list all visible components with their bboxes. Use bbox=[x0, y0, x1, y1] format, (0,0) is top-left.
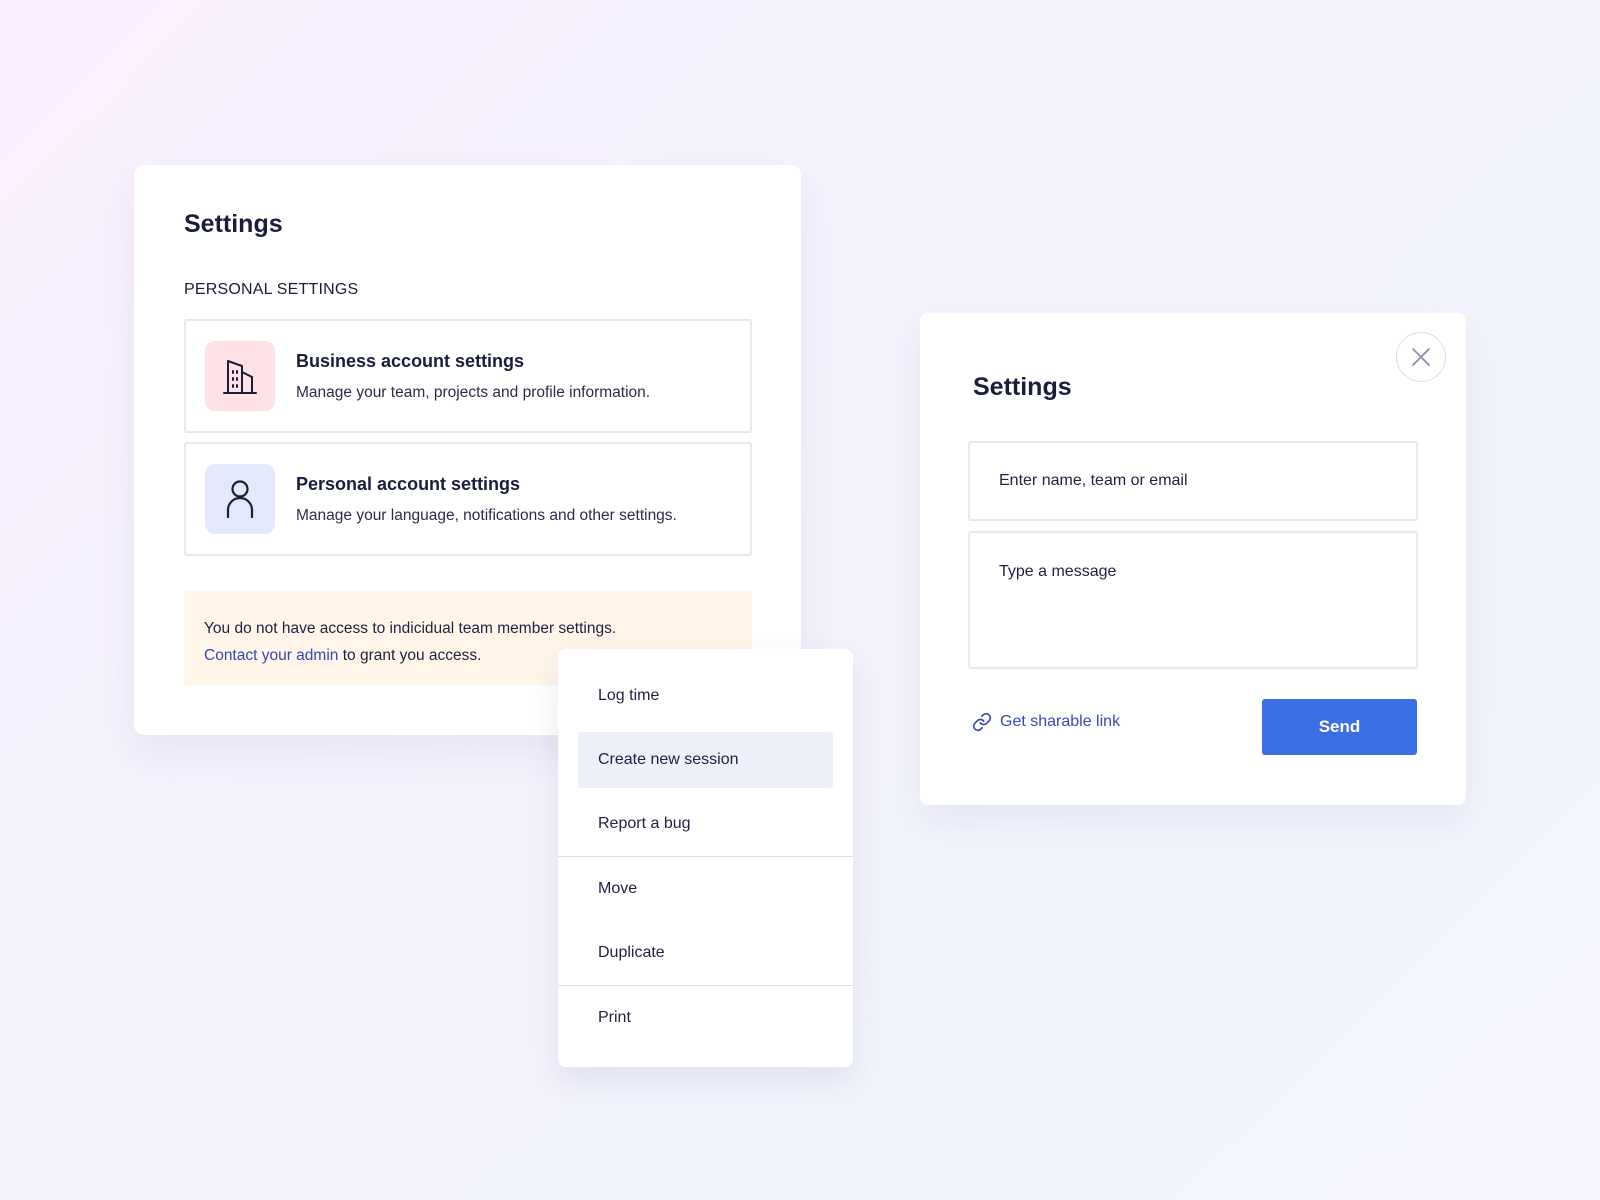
recipient-input[interactable]: Enter name, team or email bbox=[968, 441, 1418, 521]
option-title: Personal account settings bbox=[296, 474, 521, 494]
close-icon bbox=[1412, 348, 1430, 366]
message-placeholder: Type a message bbox=[999, 563, 1117, 580]
menu-item-create-new-session[interactable]: Create new session bbox=[558, 728, 853, 792]
recipient-placeholder: Enter name, team or email bbox=[999, 472, 1188, 489]
option-description: Manage your team, projects and profile i… bbox=[296, 384, 651, 401]
close-button[interactable] bbox=[1396, 332, 1446, 382]
send-button[interactable]: Send bbox=[1262, 699, 1417, 755]
menu-item-report-a-bug[interactable]: Report a bug bbox=[558, 792, 853, 856]
section-label: PERSONAL SETTINGS bbox=[184, 281, 359, 298]
menu-item-log-time[interactable]: Log time bbox=[558, 664, 853, 728]
menu-item-label: Move bbox=[598, 880, 638, 897]
menu-item-label: Create new session bbox=[598, 751, 739, 768]
settings-title: Settings bbox=[184, 210, 283, 238]
get-sharable-link[interactable]: Get sharable link bbox=[972, 712, 1120, 732]
menu-item-duplicate[interactable]: Duplicate bbox=[558, 921, 853, 985]
menu-item-move[interactable]: Move bbox=[558, 857, 853, 921]
business-account-settings-option[interactable]: Business account settings Manage your te… bbox=[184, 319, 752, 433]
menu-item-label: Log time bbox=[598, 687, 660, 704]
user-icon bbox=[205, 464, 275, 534]
contact-admin-link[interactable]: Contact your admin bbox=[204, 647, 338, 664]
share-dialog: Settings Enter name, team or email Type … bbox=[920, 313, 1466, 805]
notice-text: You do not have access to indicidual tea… bbox=[204, 620, 617, 637]
menu-item-label: Print bbox=[598, 1009, 631, 1026]
share-link-label: Get sharable link bbox=[1000, 713, 1121, 730]
building-icon bbox=[205, 341, 275, 411]
option-description: Manage your language, notifications and … bbox=[296, 507, 677, 524]
dialog-title: Settings bbox=[973, 373, 1072, 401]
context-menu: Log time Create new session Report a bug… bbox=[558, 649, 853, 1067]
notice-suffix: to grant you access. bbox=[338, 647, 482, 664]
message-textarea[interactable]: Type a message bbox=[968, 531, 1418, 669]
option-title: Business account settings bbox=[296, 351, 525, 371]
personal-account-settings-option[interactable]: Personal account settings Manage your la… bbox=[184, 442, 752, 556]
link-icon bbox=[972, 712, 992, 732]
menu-item-print[interactable]: Print bbox=[558, 986, 853, 1050]
menu-item-label: Duplicate bbox=[598, 944, 665, 961]
menu-item-label: Report a bug bbox=[598, 815, 691, 832]
